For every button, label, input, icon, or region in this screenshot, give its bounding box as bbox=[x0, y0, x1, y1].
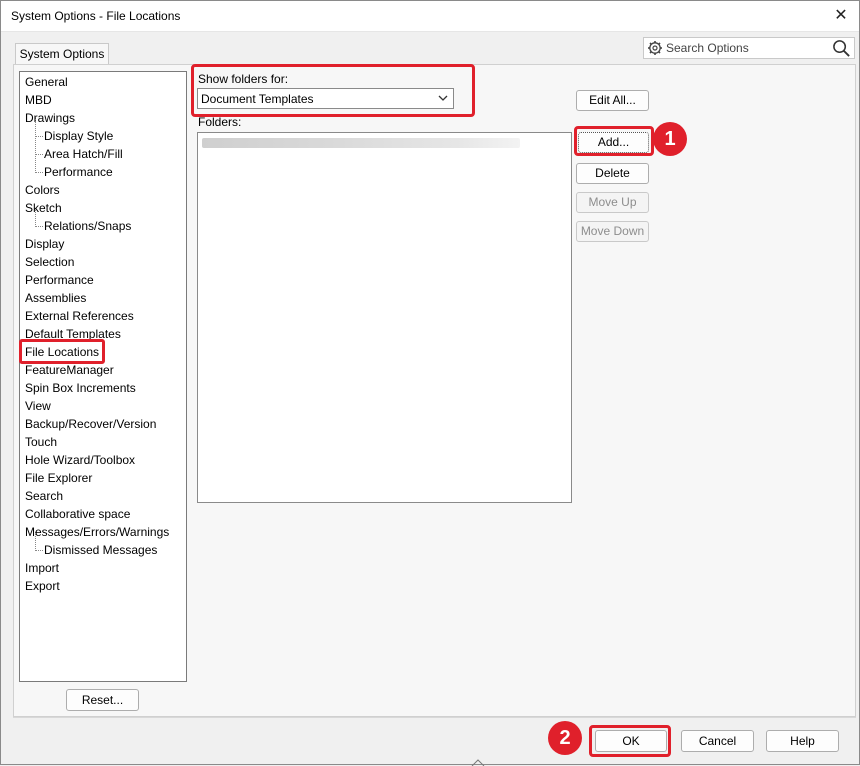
tree-item-drawings-performance[interactable]: Performance bbox=[44, 164, 113, 180]
file-locations-highlight bbox=[19, 339, 105, 364]
tree-item-relations-snaps[interactable]: Relations/Snaps bbox=[44, 218, 131, 234]
ok-button-highlight bbox=[589, 725, 671, 757]
tree-item-display-style[interactable]: Display Style bbox=[44, 128, 113, 144]
tree-connector bbox=[35, 154, 43, 173]
tree-item-display[interactable]: Display bbox=[25, 236, 64, 252]
tree-item-import[interactable]: Import bbox=[25, 560, 59, 576]
tree-item-search[interactable]: Search bbox=[25, 488, 63, 504]
system-options-dialog: System Options - File Locations ✕ System… bbox=[0, 0, 860, 766]
tree-item-backup-recover-version[interactable]: Backup/Recover/Version bbox=[25, 416, 156, 432]
add-button-highlight bbox=[574, 126, 654, 156]
tree-item-touch[interactable]: Touch bbox=[25, 434, 57, 450]
gear-icon bbox=[648, 41, 662, 55]
close-icon[interactable]: ✕ bbox=[829, 5, 853, 27]
options-tree[interactable]: General MBD Drawings Display Style Area … bbox=[19, 71, 187, 682]
tree-item-area-hatch-fill[interactable]: Area Hatch/Fill bbox=[44, 146, 123, 162]
help-button[interactable]: Help bbox=[766, 730, 839, 752]
tree-item-file-explorer[interactable]: File Explorer bbox=[25, 470, 92, 486]
reset-button[interactable]: Reset... bbox=[66, 689, 139, 711]
folders-label: Folders: bbox=[198, 115, 242, 129]
search-input[interactable]: Search Options bbox=[666, 41, 749, 55]
tree-connector bbox=[35, 136, 43, 155]
cancel-button[interactable]: Cancel bbox=[681, 730, 754, 752]
tree-item-spin-box-increments[interactable]: Spin Box Increments bbox=[25, 380, 136, 396]
tree-item-mbd[interactable]: MBD bbox=[25, 92, 52, 108]
tree-item-sketch[interactable]: Sketch bbox=[25, 200, 62, 216]
tree-item-messages-errors-warnings[interactable]: Messages/Errors/Warnings bbox=[25, 524, 169, 540]
delete-button[interactable]: Delete bbox=[576, 163, 649, 184]
tree-item-colors[interactable]: Colors bbox=[25, 182, 60, 198]
search-options-box[interactable]: Search Options bbox=[643, 37, 855, 59]
title-bar: System Options - File Locations ✕ bbox=[1, 1, 859, 32]
tree-item-external-references[interactable]: External References bbox=[25, 308, 134, 324]
tree-item-hole-wizard-toolbox[interactable]: Hole Wizard/Toolbox bbox=[25, 452, 135, 468]
tree-item-view[interactable]: View bbox=[25, 398, 51, 414]
tree-item-general[interactable]: General bbox=[25, 74, 68, 90]
window-title: System Options - File Locations bbox=[11, 9, 181, 23]
tree-item-export[interactable]: Export bbox=[25, 578, 60, 594]
tree-item-featuremanager[interactable]: FeatureManager bbox=[25, 362, 114, 378]
tree-item-performance[interactable]: Performance bbox=[25, 272, 94, 288]
move-up-button[interactable]: Move Up bbox=[576, 192, 649, 213]
edit-all-button[interactable]: Edit All... bbox=[576, 90, 649, 111]
show-folders-highlight bbox=[191, 64, 475, 117]
tree-item-selection[interactable]: Selection bbox=[25, 254, 74, 270]
tree-item-assemblies[interactable]: Assemblies bbox=[25, 290, 86, 306]
tab-system-options[interactable]: System Options bbox=[15, 43, 109, 65]
tree-item-dismissed-messages[interactable]: Dismissed Messages bbox=[44, 542, 157, 558]
step-1-badge: 1 bbox=[653, 122, 687, 156]
tree-item-collaborative-space[interactable]: Collaborative space bbox=[25, 506, 130, 522]
search-icon[interactable] bbox=[832, 39, 851, 58]
folders-list[interactable] bbox=[197, 132, 572, 503]
folder-path-entry[interactable] bbox=[202, 138, 520, 148]
tree-item-drawings[interactable]: Drawings bbox=[25, 110, 75, 126]
step-2-badge: 2 bbox=[548, 721, 582, 755]
move-down-button[interactable]: Move Down bbox=[576, 221, 649, 242]
footer-separator bbox=[13, 717, 856, 718]
